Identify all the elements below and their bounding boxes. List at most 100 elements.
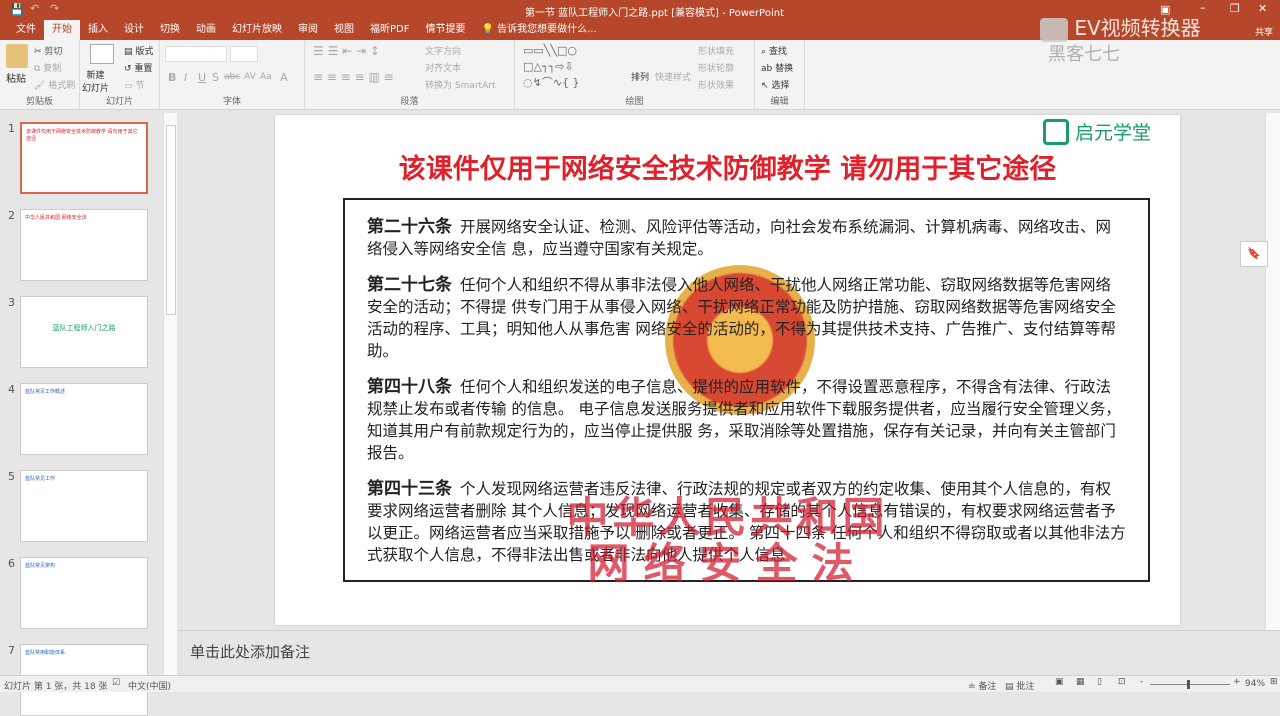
notes-placeholder[interactable]: 单击此处添加备注 (190, 641, 310, 662)
slide-sorter-icon[interactable]: ▦ (1076, 677, 1085, 687)
slides-group: 新建 幻灯片 ▤ 版式 ↺ 重置 ▭ 节 幻灯片 (80, 40, 160, 110)
tab-file[interactable]: 文件 (8, 20, 44, 40)
slide-thumbnail[interactable]: 蓝队常见架构 (20, 557, 148, 629)
redo-icon[interactable]: ↷ (50, 2, 59, 15)
layout-button[interactable]: ▤ 版式 (124, 44, 153, 57)
bookmark-icon[interactable]: 🔖 (1240, 241, 1268, 267)
share-button[interactable]: 共享 (1255, 25, 1273, 38)
char-spacing-button[interactable]: AV (244, 72, 256, 82)
replace-button[interactable]: ab 替换 (761, 61, 793, 74)
new-slide-button[interactable]: 新建 幻灯片 (82, 68, 109, 94)
thumbnail-title: 该课件仅用于网络安全技术防御教学 请勿用于其它途径 (26, 129, 138, 142)
bold-button[interactable]: B (168, 71, 176, 84)
slide-counter: 幻灯片 第 1 张，共 18 张 (4, 682, 108, 692)
format-painter-button[interactable]: 🖌 格式刷 (34, 78, 75, 91)
thumbnail-scrollbar[interactable] (163, 113, 177, 675)
font-color-button[interactable]: A (280, 71, 288, 84)
slideshow-icon[interactable]: ⊡ (1118, 677, 1126, 687)
shape-effects-button[interactable]: 形状效果 (698, 78, 734, 91)
shape-fill-button[interactable]: 形状填充 (698, 44, 734, 57)
strikethrough-button[interactable]: abc (224, 72, 240, 82)
logo-icon (1043, 118, 1069, 145)
article-body: 开展网络安全认证、检测、风险评估等活动，向社会发布系统漏洞、计算机病毒、网络攻击… (367, 218, 1112, 258)
paste-button[interactable]: 粘贴 (6, 70, 26, 85)
format-painter-label: 格式刷 (48, 81, 76, 91)
editor-scrollbar[interactable] (1265, 113, 1280, 630)
cut-button[interactable]: ✂ 剪切 (34, 44, 62, 57)
slide-thumbnail[interactable]: 蓝队常见工作概述 (20, 383, 148, 455)
undo-icon[interactable]: ↶ (30, 2, 39, 15)
slide-title[interactable]: 该课件仅用于网络安全技术防御教学 请勿用于其它途径 (275, 147, 1180, 186)
tab-storyboard[interactable]: 情节提要 (417, 20, 473, 40)
window-title: 第一节 蓝队工程师入门之路.ppt [兼容模式] - PowerPoint (525, 8, 784, 19)
slide-thumbnail[interactable]: 蓝队工程师入门之路 (20, 296, 148, 368)
text-direction-button[interactable]: 文字方向 (425, 44, 461, 57)
minimize-button[interactable]: – (1200, 1, 1206, 14)
slide-thumbnail-pane: 1 该课件仅用于网络安全技术防御教学 请勿用于其它途径 2 中华人民共和国 网络安全法… (0, 113, 178, 716)
zoom-out-button[interactable]: - (1140, 677, 1143, 687)
maximize-button[interactable]: ❐ (1230, 2, 1240, 15)
font-name-input[interactable] (165, 46, 227, 62)
select-button[interactable]: ↖ 选择 (761, 78, 789, 91)
arrange-button[interactable]: 排列 (631, 70, 649, 83)
notes-pane[interactable]: 单击此处添加备注 (178, 630, 1280, 672)
paste-icon[interactable] (6, 44, 28, 68)
copy-button[interactable]: ⧉ 复制 (34, 61, 61, 74)
logo: 启元学堂 (1043, 118, 1151, 145)
reset-button[interactable]: ↺ 重置 (124, 61, 152, 74)
shadow-button[interactable]: S (212, 71, 219, 84)
slide-thumbnail[interactable]: 中华人民共和国 网络安全法 (20, 209, 148, 281)
stamp-line-1: 中华人民共和国 (566, 493, 889, 542)
tell-me-search[interactable]: 💡 告诉我您想要做什么... (473, 20, 604, 40)
drawing-group-label: 绘图 (625, 97, 644, 107)
zoom-slider-thumb[interactable] (1187, 680, 1190, 689)
tab-animations[interactable]: 动画 (188, 20, 224, 40)
bullets-icon[interactable]: ☰ ☰ ⇤ ⇥ ↕ (313, 44, 380, 58)
tab-home[interactable]: 开始 (44, 20, 80, 40)
tab-insert[interactable]: 插入 (80, 20, 116, 40)
slide-thumbnail[interactable]: 该课件仅用于网络安全技术防御教学 请勿用于其它途径 (20, 122, 148, 194)
ev-watermark: EV视频转换器 (1040, 12, 1201, 42)
new-slide-icon[interactable] (90, 44, 114, 64)
thumbnail-number: 6 (8, 557, 15, 570)
clipboard-group: 粘贴 ✂ 剪切 ⧉ 复制 🖌 格式刷 剪贴板 (0, 40, 80, 110)
save-icon[interactable]: 💾 (10, 3, 24, 16)
zoom-slider[interactable] (1150, 680, 1230, 689)
change-case-button[interactable]: Aa (260, 72, 272, 82)
zoom-in-button[interactable]: + (1233, 677, 1241, 687)
article-heading: 第二十七条 (367, 275, 452, 295)
font-size-input[interactable] (230, 46, 258, 62)
zoom-level[interactable]: 94% (1245, 679, 1265, 689)
tab-foxit-pdf[interactable]: 福昕PDF (362, 20, 417, 40)
underline-button[interactable]: U (198, 71, 206, 84)
fit-slide-icon[interactable]: ⊞ (1270, 677, 1278, 687)
tab-view[interactable]: 视图 (326, 20, 362, 40)
section-label: 节 (135, 81, 145, 91)
italic-button[interactable]: I (184, 71, 187, 84)
find-button[interactable]: ⌕ 查找 (761, 44, 787, 57)
shapes-gallery[interactable]: ▭▭╲╲□○ □△┐┐⇨⇩ ◌↯⌒∿{ } (523, 43, 623, 91)
reset-label: 重置 (134, 64, 153, 74)
normal-view-icon[interactable]: ▣ (1055, 677, 1064, 687)
comments-toggle[interactable]: ▤ 批注 (1005, 679, 1034, 692)
tab-transitions[interactable]: 切换 (152, 20, 188, 40)
tab-design[interactable]: 设计 (116, 20, 152, 40)
tab-review[interactable]: 审阅 (290, 20, 326, 40)
align-icons[interactable]: ≡ ≡ ≡ ≡ ▥ ≡ (313, 70, 394, 84)
section-button[interactable]: ▭ 节 (124, 78, 144, 91)
stamp-line-2: 网络安全法 (587, 539, 868, 588)
slide-thumbnail[interactable]: 蓝队常见工作 (20, 470, 148, 542)
reading-view-icon[interactable]: ▯ (1097, 677, 1102, 687)
thumbnail-title: 蓝队常见工作概述 (25, 389, 66, 395)
shape-outline-button[interactable]: 形状轮廓 (698, 61, 734, 74)
quick-styles-button[interactable]: 快速样式 (655, 70, 691, 83)
tab-slideshow[interactable]: 幻灯片放映 (224, 20, 290, 40)
drawing-group: ▭▭╲╲□○ □△┐┐⇨⇩ ◌↯⌒∿{ } 排列 快速样式 形状填充 形状轮廓 … (515, 40, 755, 110)
smartart-button[interactable]: 转换为 SmartArt (425, 78, 495, 91)
scrollbar-thumb[interactable] (166, 125, 176, 315)
notes-toggle[interactable]: ≐ 备注 (968, 679, 996, 692)
align-text-button[interactable]: 对齐文本 (425, 61, 461, 74)
close-button[interactable]: ✕ (1258, 2, 1267, 15)
language-indicator[interactable]: 中文(中国) (128, 679, 171, 692)
spellcheck-icon[interactable]: ☑ (112, 678, 120, 688)
